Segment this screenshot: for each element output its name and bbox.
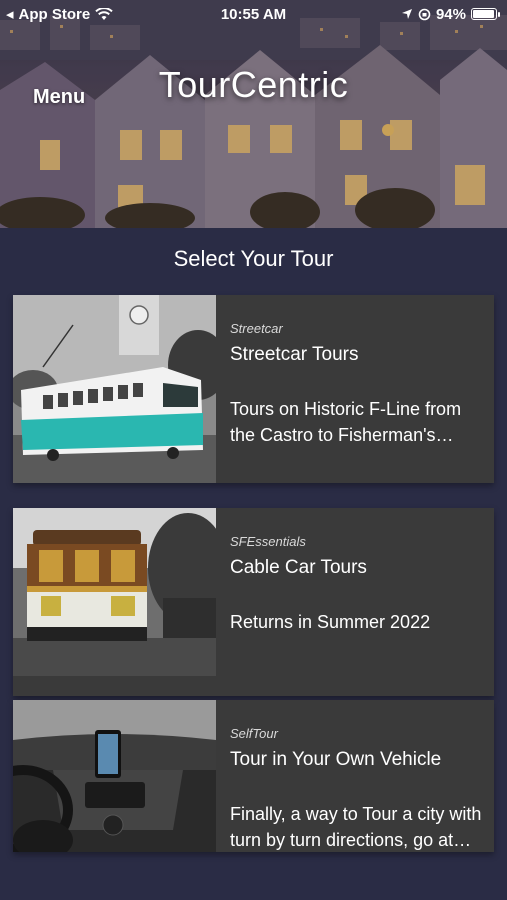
tour-category: Streetcar [230,321,283,336]
back-arrow-icon[interactable]: ◂ [6,5,14,23]
tour-card-streetcar[interactable]: Streetcar Streetcar Tours Tours on Histo… [13,295,494,483]
status-right: 94% [401,5,500,23]
section-title: Select Your Tour [173,246,334,271]
tour-title: Cable Car Tours [230,557,367,578]
status-bar: ◂ App Store 10:55 AM 94% [0,0,507,28]
battery-percent: 94% [435,5,466,23]
status-left[interactable]: ◂ App Store [6,5,113,23]
tour-description: Returns in Summer 2022 [230,612,431,632]
header-hero: ◂ App Store 10:55 AM 94% Menu TourCentri… [0,0,507,228]
tour-title: Tour in Your Own Vehicle [230,749,442,770]
wifi-icon [95,7,113,20]
cable-car-photo [13,508,216,696]
streetcar-photo [13,295,216,483]
tour-card-cable-car[interactable]: SFEssentials Cable Car Tours Returns in … [13,508,494,696]
orientation-lock-icon [418,8,431,20]
app-title: TourCentric [158,64,349,105]
tour-category: SFEssentials [230,534,306,549]
battery-icon [471,8,500,20]
back-app-label[interactable]: App Store [19,6,91,23]
tour-description: Finally, a way to Tour a city with turn … [230,804,482,850]
car-dashboard-photo [13,700,216,852]
tour-category: SelfTour [230,726,278,741]
location-arrow-icon [401,9,412,19]
tour-description: Tours on Historic F-Line from the Castro… [230,399,462,445]
tour-title: Streetcar Tours [230,344,359,365]
status-time: 10:55 AM [220,5,287,23]
victorian-houses-image [0,0,507,228]
tour-card-own-vehicle[interactable]: SelfTour Tour in Your Own Vehicle Finall… [13,700,494,852]
